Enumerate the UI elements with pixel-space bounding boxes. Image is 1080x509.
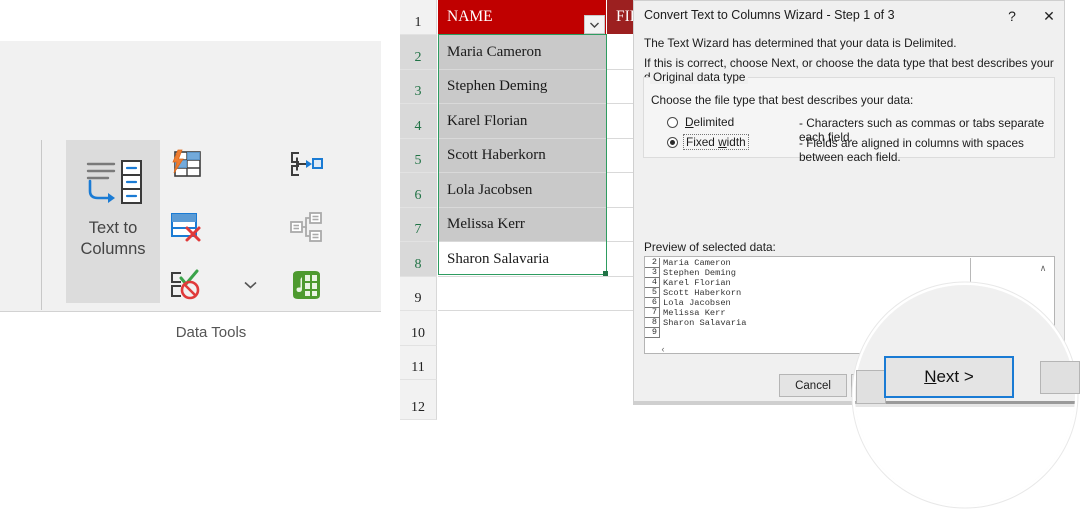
preview-row: 8 Sharon Salavaria	[645, 318, 1054, 328]
radio-fixed-width-desc: - Fields are aligned in columns with spa…	[799, 136, 1024, 164]
preview-row: 3 Stephen Deming	[645, 268, 1054, 278]
text-to-columns-button[interactable]: Text to Columns	[66, 140, 160, 303]
row-header-7[interactable]: 7	[400, 208, 437, 242]
relationships-icon	[289, 211, 323, 248]
preview-row-number: 9	[645, 328, 660, 338]
close-icon[interactable]: ✕	[1038, 6, 1060, 26]
data-validation-icon	[169, 269, 203, 306]
row-header-12[interactable]: 12	[400, 380, 437, 420]
preview-row: 7 Melissa Kerr	[645, 308, 1054, 318]
next-button-label: Next >	[924, 367, 974, 386]
back-button-partial[interactable]	[856, 370, 886, 404]
radio-fixed-width[interactable]: Fixed width	[667, 133, 749, 151]
finish-button[interactable]	[1040, 361, 1080, 394]
chevron-down-icon[interactable]	[238, 273, 262, 297]
original-data-type-legend: Original data type	[650, 70, 749, 84]
radio-delimited[interactable]: Delimited	[667, 113, 734, 131]
cell-name-7[interactable]: Melissa Kerr	[438, 208, 607, 242]
radio-fixed-width-mark	[667, 136, 678, 148]
cell-name-2[interactable]: Maria Cameron	[438, 35, 607, 70]
flash-fill-icon	[169, 149, 203, 186]
row-header-1[interactable]: 1	[400, 0, 437, 35]
preview-row: 9	[645, 328, 1054, 338]
preview-row: 5 Scott Haberkorn	[645, 288, 1054, 298]
dialog-title-bar: Convert Text to Columns Wizard - Step 1 …	[634, 1, 1064, 31]
preview-row-text: Melissa Kerr	[663, 308, 726, 318]
preview-row: 6 Lola Jacobsen	[645, 298, 1054, 308]
row-header-5[interactable]: 5	[400, 139, 437, 173]
consolidate-icon	[289, 149, 323, 186]
row-header-10[interactable]: 10	[400, 311, 437, 346]
radio-delimited-label: Delimited	[685, 115, 735, 129]
cell-name-5[interactable]: Scott Haberkorn	[438, 139, 607, 173]
cell-name-3[interactable]: Stephen Deming	[438, 70, 607, 104]
data-validation-button[interactable]	[166, 267, 206, 307]
dialog-title: Convert Text to Columns Wizard - Step 1 …	[644, 8, 895, 22]
flash-fill-button[interactable]	[166, 147, 206, 187]
row-header-2[interactable]: 2	[400, 35, 437, 70]
preview-rows: 2 Maria Cameron 3 Stephen Deming 4 Karel Fl…	[645, 258, 1054, 338]
preview-row-text: Sharon Salavaria	[663, 318, 747, 328]
preview-row-text: Scott Haberkorn	[663, 288, 742, 298]
preview-row: 2 Maria Cameron	[645, 258, 1054, 268]
ribbon-divider	[41, 140, 42, 310]
filter-dropdown-icon[interactable]	[584, 15, 605, 34]
dialog-line-1: The Text Wizard has determined that your…	[644, 36, 957, 50]
row-header-11[interactable]: 11	[400, 346, 437, 380]
cell-name-8[interactable]: Sharon Salavaria	[438, 242, 607, 277]
column-header-name[interactable]: NAME	[438, 0, 606, 34]
cell-name-4[interactable]: Karel Florian	[438, 104, 607, 139]
preview-row: 4 Karel Florian	[645, 278, 1054, 288]
text-to-columns-wizard-dialog: Convert Text to Columns Wizard - Step 1 …	[633, 0, 1065, 405]
preview-row-text: Maria Cameron	[663, 258, 731, 268]
row-header-3[interactable]: 3	[400, 70, 437, 104]
preview-scroll-up-icon[interactable]: ∧	[1037, 262, 1049, 274]
preview-pane[interactable]: 2 Maria Cameron 3 Stephen Deming 4 Karel Fl…	[644, 256, 1055, 354]
manage-data-model-icon	[289, 269, 323, 306]
help-icon[interactable]: ?	[1001, 6, 1023, 26]
text-to-columns-label: Text to Columns	[80, 219, 146, 259]
row-header-8[interactable]: 8	[400, 242, 437, 277]
relationships-button	[286, 209, 326, 249]
manage-data-model-button[interactable]	[286, 267, 326, 307]
choose-file-type-label: Choose the file type that best describes…	[651, 93, 914, 107]
dialog-bottom-edge	[633, 401, 1065, 405]
radio-fixed-width-label: Fixed width	[683, 134, 749, 150]
preview-scroll-left-icon[interactable]: ‹	[657, 343, 669, 354]
preview-row-text: Karel Florian	[663, 278, 731, 288]
cell-name-6[interactable]: Lola Jacobsen	[438, 173, 607, 208]
selection-fill-handle[interactable]	[603, 271, 608, 276]
preview-label: Preview of selected data:	[644, 240, 776, 254]
text-to-columns-icon	[82, 157, 144, 209]
ribbon-group-label: Data Tools	[175, 324, 247, 341]
next-button[interactable]: Next >	[884, 356, 1014, 398]
preview-row-text: Lola Jacobsen	[663, 298, 731, 308]
remove-duplicates-button[interactable]	[166, 209, 206, 249]
row-header-9[interactable]: 9	[400, 277, 437, 311]
data-tools-ribbon-group: Text to Columns Data Tools	[0, 41, 381, 341]
radio-delimited-mark	[667, 116, 678, 128]
consolidate-button[interactable]	[286, 147, 326, 187]
cancel-button[interactable]: Cancel	[779, 374, 847, 397]
remove-duplicates-icon	[169, 211, 203, 248]
preview-row-text: Stephen Deming	[663, 268, 736, 278]
row-header-4[interactable]: 4	[400, 104, 437, 139]
row-header-6[interactable]: 6	[400, 173, 437, 208]
